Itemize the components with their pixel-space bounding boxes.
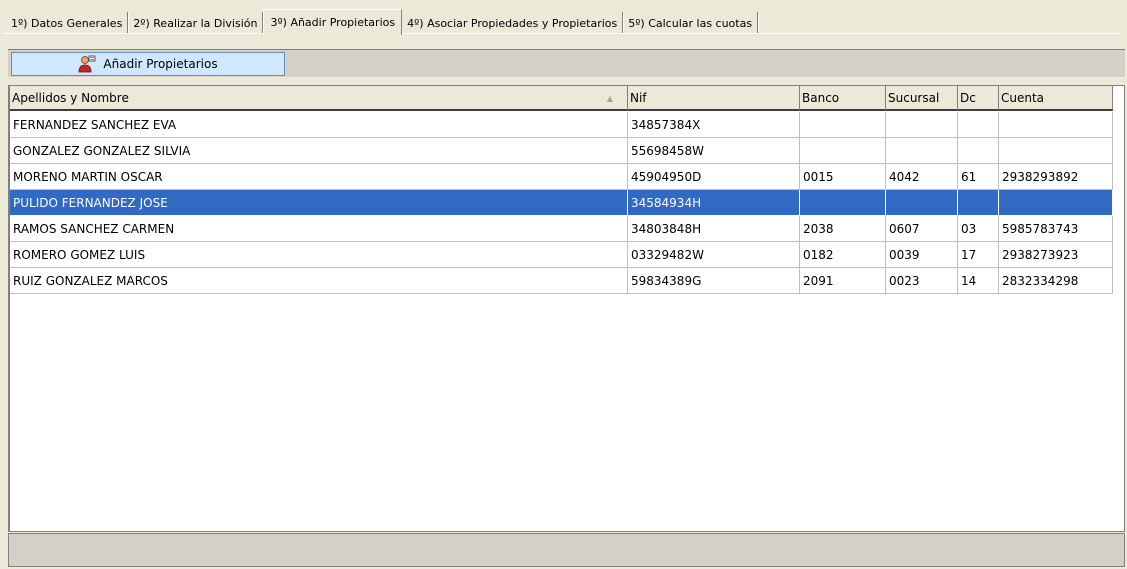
cell-sucursal[interactable] bbox=[886, 138, 958, 164]
cell-name[interactable]: RAMOS SANCHEZ CARMEN bbox=[10, 216, 628, 242]
table-row[interactable]: RUIZ GONZALEZ MARCOS 59834389G 2091 0023 14 2… bbox=[10, 268, 1113, 294]
cell-cuenta[interactable] bbox=[999, 112, 1113, 138]
tab-anadir-propietarios[interactable]: 3º) Añadir Propietarios bbox=[263, 9, 403, 35]
cell-dc[interactable] bbox=[958, 190, 999, 216]
cell-dc[interactable] bbox=[958, 138, 999, 164]
table-row[interactable]: FERNANDEZ SANCHEZ EVA 34857384X bbox=[10, 112, 1113, 138]
table-row[interactable]: RAMOS SANCHEZ CARMEN 34803848H 2038 0607 03 5… bbox=[10, 216, 1113, 242]
cell-dc[interactable]: 17 bbox=[958, 242, 999, 268]
cell-nif[interactable]: 34857384X bbox=[628, 112, 800, 138]
tab-realizar-division[interactable]: 2º) Realizar la División bbox=[128, 12, 264, 34]
table-row[interactable]: PULIDO FERNANDEZ JOSE 34584934H bbox=[10, 190, 1113, 216]
cell-cuenta[interactable]: 5985783743 bbox=[999, 216, 1113, 242]
cell-name[interactable]: PULIDO FERNANDEZ JOSE bbox=[10, 190, 628, 216]
cell-sucursal[interactable]: 4042 bbox=[886, 164, 958, 190]
add-owners-label: Añadir Propietarios bbox=[103, 57, 218, 71]
column-header-dc[interactable]: Dc bbox=[958, 86, 999, 111]
cell-banco[interactable]: 0015 bbox=[800, 164, 886, 190]
table-row[interactable]: GONZALEZ GONZALEZ SILVIA 55698458W bbox=[10, 138, 1113, 164]
tab-strip: 1º) Datos Generales 2º) Realizar la Divi… bbox=[6, 8, 759, 35]
add-user-icon bbox=[78, 55, 96, 73]
tab-datos-generales[interactable]: 1º) Datos Generales bbox=[6, 12, 129, 34]
cell-name[interactable]: FERNANDEZ SANCHEZ EVA bbox=[10, 112, 628, 138]
column-header-name[interactable]: Apellidos y Nombre ▲ bbox=[10, 86, 628, 111]
cell-cuenta[interactable] bbox=[999, 138, 1113, 164]
cell-name[interactable]: ROMERO GOMEZ LUIS bbox=[10, 242, 628, 268]
cell-nif[interactable]: 55698458W bbox=[628, 138, 800, 164]
cell-cuenta[interactable] bbox=[999, 190, 1113, 216]
cell-banco[interactable]: 2091 bbox=[800, 268, 886, 294]
grid-body: FERNANDEZ SANCHEZ EVA 34857384X GONZALEZ G… bbox=[10, 112, 1113, 294]
cell-banco[interactable]: 0182 bbox=[800, 242, 886, 268]
tab-asociar-propiedades[interactable]: 4º) Asociar Propiedades y Propietarios bbox=[402, 12, 624, 34]
column-header-cuenta[interactable]: Cuenta bbox=[999, 86, 1113, 111]
column-header-sucursal[interactable]: Sucursal bbox=[886, 86, 958, 111]
cell-sucursal[interactable]: 0607 bbox=[886, 216, 958, 242]
status-bar bbox=[8, 533, 1125, 567]
cell-nif[interactable]: 34803848H bbox=[628, 216, 800, 242]
cell-banco[interactable]: 2038 bbox=[800, 216, 886, 242]
owners-grid[interactable]: Apellidos y Nombre ▲ Nif Banco Sucursal … bbox=[8, 85, 1125, 532]
grid-header: Apellidos y Nombre ▲ Nif Banco Sucursal … bbox=[10, 86, 1113, 111]
cell-banco[interactable] bbox=[800, 190, 886, 216]
table-row[interactable]: MORENO MARTIN OSCAR 45904950D 0015 4042 61 29… bbox=[10, 164, 1113, 190]
cell-dc[interactable]: 14 bbox=[958, 268, 999, 294]
cell-name[interactable]: GONZALEZ GONZALEZ SILVIA bbox=[10, 138, 628, 164]
cell-name[interactable]: MORENO MARTIN OSCAR bbox=[10, 164, 628, 190]
cell-nif[interactable]: 03329482W bbox=[628, 242, 800, 268]
table-row[interactable]: ROMERO GOMEZ LUIS 03329482W 0182 0039 17 2938… bbox=[10, 242, 1113, 268]
cell-sucursal[interactable]: 0039 bbox=[886, 242, 958, 268]
cell-dc[interactable]: 61 bbox=[958, 164, 999, 190]
cell-nif[interactable]: 45904950D bbox=[628, 164, 800, 190]
toolbar: Añadir Propietarios bbox=[8, 49, 1125, 77]
column-header-banco[interactable]: Banco bbox=[800, 86, 886, 111]
cell-dc[interactable] bbox=[958, 112, 999, 138]
cell-sucursal[interactable]: 0023 bbox=[886, 268, 958, 294]
cell-name[interactable]: RUIZ GONZALEZ MARCOS bbox=[10, 268, 628, 294]
column-header-nif[interactable]: Nif bbox=[628, 86, 800, 111]
cell-nif[interactable]: 34584934H bbox=[628, 190, 800, 216]
cell-banco[interactable] bbox=[800, 112, 886, 138]
cell-dc[interactable]: 03 bbox=[958, 216, 999, 242]
cell-cuenta[interactable]: 2938273923 bbox=[999, 242, 1113, 268]
sort-ascending-icon: ▲ bbox=[606, 94, 613, 103]
cell-banco[interactable] bbox=[800, 138, 886, 164]
add-owners-button[interactable]: Añadir Propietarios bbox=[11, 52, 285, 76]
cell-cuenta[interactable]: 2832334298 bbox=[999, 268, 1113, 294]
tab-calcular-cuotas[interactable]: 5º) Calcular las cuotas bbox=[623, 12, 759, 34]
cell-nif[interactable]: 59834389G bbox=[628, 268, 800, 294]
cell-sucursal[interactable] bbox=[886, 190, 958, 216]
cell-cuenta[interactable]: 2938293892 bbox=[999, 164, 1113, 190]
cell-sucursal[interactable] bbox=[886, 112, 958, 138]
